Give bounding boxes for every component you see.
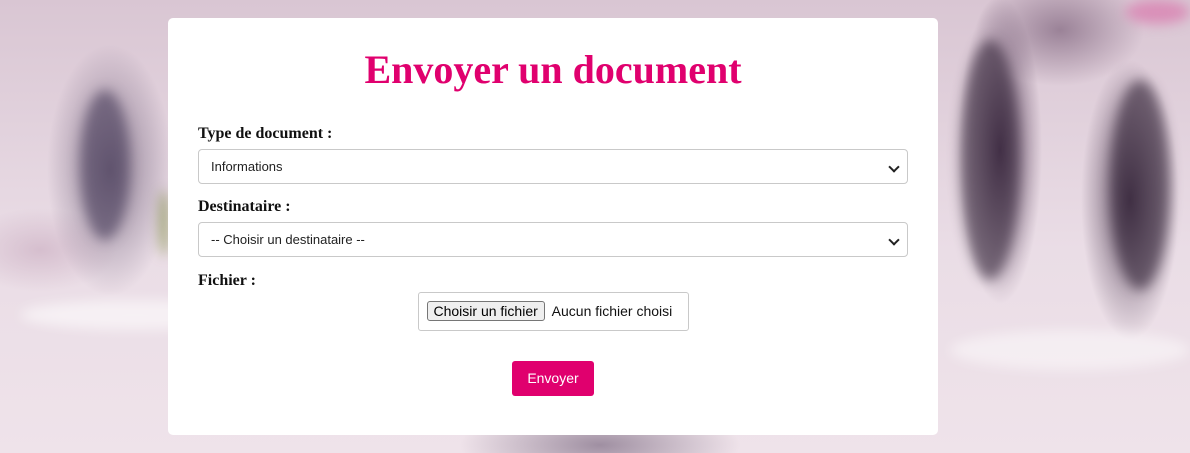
document-type-selected-value: Informations — [211, 159, 283, 174]
recipient-selected-value: -- Choisir un destinataire -- — [211, 232, 365, 247]
background-blur-shape — [1110, 80, 1170, 290]
background-blur-shape — [80, 90, 130, 240]
recipient-label: Destinataire : — [198, 198, 291, 215]
chevron-down-icon — [888, 161, 900, 173]
choose-file-button[interactable]: Choisir un fichier — [426, 301, 545, 321]
background-blur-shape — [1125, 0, 1190, 24]
page-title: Envoyer un document — [364, 47, 742, 92]
background-blur-shape — [160, 190, 168, 256]
file-label: Fichier : — [198, 272, 256, 289]
chevron-down-icon — [888, 234, 900, 246]
background-blur-shape — [950, 330, 1190, 370]
file-status-text: Aucun fichier choisi — [551, 303, 673, 319]
submit-row: Envoyer — [198, 361, 908, 396]
background-blur-shape — [960, 40, 1020, 280]
document-type-label: Type de document : — [198, 125, 333, 142]
submit-button[interactable]: Envoyer — [512, 361, 594, 396]
file-input[interactable]: Choisir un fichier Aucun fichier choisi — [417, 292, 689, 331]
document-type-select[interactable]: Informations — [198, 149, 908, 184]
upload-form-card: Envoyer un document Type de document : I… — [168, 18, 938, 435]
recipient-select[interactable]: -- Choisir un destinataire -- — [198, 222, 908, 257]
